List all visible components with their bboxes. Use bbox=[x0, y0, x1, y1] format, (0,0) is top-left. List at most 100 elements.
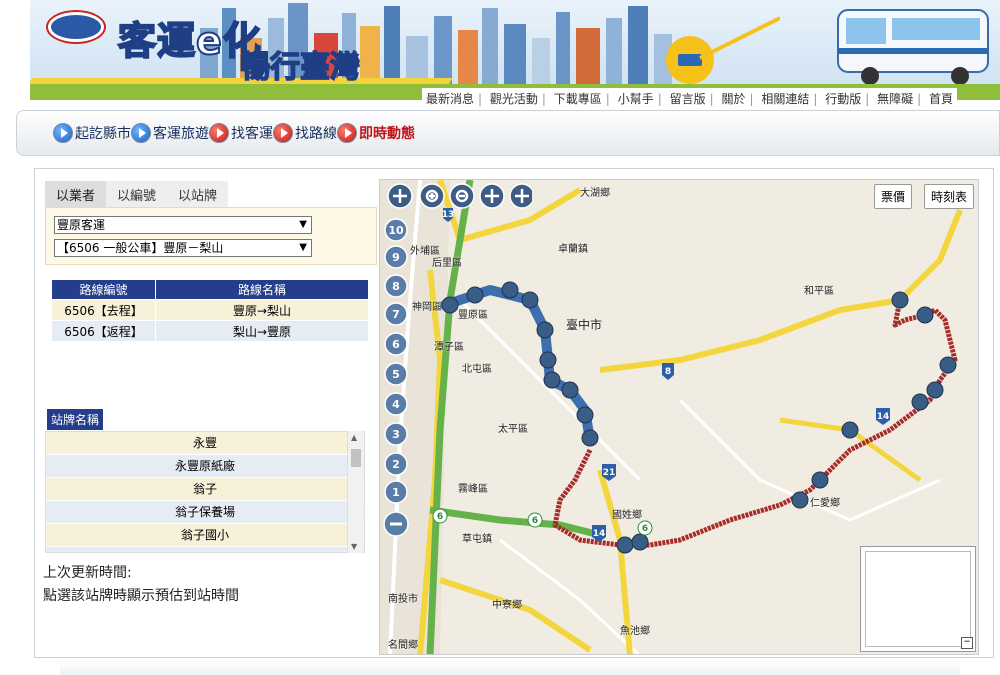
map-label: 潭子區 bbox=[434, 342, 464, 353]
map-label: 大湖鄉 bbox=[580, 188, 610, 199]
page: 客運e化 暢行臺灣 最新消息 | 觀光活動 | 下載專區 | 小幫手 | 留言版 | 關於… bbox=[0, 0, 1000, 675]
nav-tourism[interactable]: 觀光活動 bbox=[490, 92, 538, 106]
subnav-find-operator[interactable]: 找客運 bbox=[209, 123, 273, 143]
map-label: 太平區 bbox=[498, 424, 528, 435]
table-row[interactable]: 6506【返程】 梨山→豐原 bbox=[51, 320, 369, 342]
list-item[interactable]: 永豐 bbox=[46, 432, 364, 455]
bus-illustration bbox=[837, 9, 989, 85]
subnav-label: 找路線 bbox=[295, 126, 337, 142]
route-map[interactable]: 1 3 8 21 14 14 6 6 6 10 9 8 7 6 5 4 3 2 1… bbox=[379, 179, 979, 655]
nav-downloads[interactable]: 下載專區 bbox=[554, 92, 602, 106]
map-label: 仁愛鄉 bbox=[810, 498, 840, 509]
map-label: 后里區 bbox=[432, 258, 462, 269]
route-select[interactable]: 【6506 一般公車】豐原－梨山 ▼ bbox=[54, 239, 312, 257]
svg-text:21: 21 bbox=[603, 468, 616, 478]
map-zoom-controls[interactable]: 10 9 8 7 6 5 4 3 2 1 bbox=[382, 182, 532, 542]
zoom-level-8: 8 bbox=[392, 280, 400, 293]
scroll-up-arrow-icon[interactable]: ▲ bbox=[351, 433, 357, 442]
list-item[interactable]: 翁子國小 bbox=[46, 524, 364, 547]
scroll-down-arrow-icon[interactable]: ▼ bbox=[351, 542, 357, 551]
nav-about[interactable]: 關於 bbox=[721, 92, 745, 106]
subnav-realtime[interactable]: 即時動態 bbox=[337, 123, 415, 143]
subnav-bus-travel[interactable]: 客運旅遊 bbox=[131, 123, 209, 143]
zoom-level-5: 5 bbox=[392, 368, 400, 381]
overview-map-frame bbox=[865, 551, 971, 647]
site-banner: 客運e化 暢行臺灣 bbox=[30, 0, 1000, 100]
zoom-level-1: 1 bbox=[392, 486, 400, 499]
column-header: 路線編號 bbox=[51, 279, 156, 300]
list-item[interactable]: 永豐原紙廠 bbox=[46, 455, 364, 478]
tab-by-stop[interactable]: 以站牌 bbox=[167, 181, 229, 210]
svg-text:8: 8 bbox=[665, 367, 671, 377]
operator-select[interactable]: 豐原客運 ▼ bbox=[54, 216, 312, 234]
overview-collapse-icon[interactable]: − bbox=[961, 637, 973, 649]
tab-by-operator[interactable]: 以業者 bbox=[45, 181, 107, 210]
sub-navigation: 起訖縣市 客運旅遊 找客運 找路線 即時動態 bbox=[16, 110, 1000, 156]
site-logo[interactable]: 客運e化 暢行臺灣 bbox=[40, 6, 370, 86]
stop-list-scrollbar[interactable]: ▲ ▼ bbox=[347, 431, 363, 553]
table-row[interactable]: 6506【去程】 豐原→梨山 bbox=[51, 299, 369, 321]
route-number-cell[interactable]: 6506【去程】 bbox=[51, 299, 156, 321]
map-label: 中寮鄉 bbox=[492, 600, 522, 611]
map-label: 神岡區 bbox=[412, 302, 442, 313]
play-arrow-icon bbox=[209, 123, 229, 143]
footer-strip bbox=[60, 660, 960, 675]
nav-guestbook[interactable]: 留言版 bbox=[670, 92, 706, 106]
svg-text:6: 6 bbox=[532, 516, 538, 526]
dropdown-arrow-icon: ▼ bbox=[299, 242, 307, 253]
zoom-level-3: 3 bbox=[392, 428, 400, 441]
play-arrow-icon bbox=[53, 123, 73, 143]
zoom-level-4: 4 bbox=[392, 398, 400, 411]
svg-text:14: 14 bbox=[593, 529, 606, 539]
search-tabs: 以業者 以編號 以站牌 bbox=[45, 181, 229, 210]
list-item[interactable]: 翁子保養場 bbox=[46, 501, 364, 524]
svg-text:6: 6 bbox=[642, 524, 648, 534]
route-name-cell[interactable]: 梨山→豐原 bbox=[155, 320, 369, 342]
route-name-cell[interactable]: 豐原→梨山 bbox=[155, 299, 369, 321]
stop-list: 永豐 永豐原紙廠 翁子 翁子保養場 翁子國小 圓環 bbox=[45, 431, 365, 553]
play-arrow-icon bbox=[131, 123, 151, 143]
map-label: 卓蘭鎮 bbox=[558, 244, 588, 255]
subnav-label: 找客運 bbox=[231, 126, 273, 142]
last-update-label: 上次更新時間: bbox=[43, 565, 132, 581]
zoom-level-6: 6 bbox=[392, 338, 400, 351]
subnav-label: 客運旅遊 bbox=[153, 126, 209, 142]
top-navigation: 最新消息 | 觀光活動 | 下載專區 | 小幫手 | 留言版 | 關於 | 相關連結 | 行動… bbox=[422, 88, 958, 108]
route-selector-panel: 豐原客運 ▼ 【6506 一般公車】豐原－梨山 ▼ bbox=[45, 207, 377, 265]
scroll-thumb[interactable] bbox=[351, 449, 361, 467]
subnav-label: 即時動態 bbox=[359, 126, 415, 142]
subnav-label: 起訖縣市 bbox=[75, 126, 131, 142]
nav-mobile[interactable]: 行動版 bbox=[825, 92, 861, 106]
svg-text:14: 14 bbox=[877, 412, 890, 422]
map-label: 魚池鄉 bbox=[620, 626, 650, 637]
nav-helper[interactable]: 小幫手 bbox=[618, 92, 654, 106]
tab-by-number[interactable]: 以編號 bbox=[106, 181, 168, 210]
map-label: 國姓鄉 bbox=[612, 510, 642, 521]
stop-hint-text: 點選該站牌時顯示預估到站時間 bbox=[43, 588, 239, 604]
zoom-level-7: 7 bbox=[392, 308, 400, 321]
zoom-level-2: 2 bbox=[392, 458, 400, 471]
map-label: 霧峰區 bbox=[458, 484, 488, 495]
nav-accessibility[interactable]: 無障礙 bbox=[877, 92, 913, 106]
column-header: 路線名稱 bbox=[155, 279, 369, 300]
subnav-origin-destination[interactable]: 起訖縣市 bbox=[53, 123, 131, 143]
overview-map[interactable]: − bbox=[860, 546, 976, 652]
dropdown-arrow-icon: ▼ bbox=[299, 219, 307, 230]
map-label: 和平區 bbox=[804, 286, 834, 297]
map-label: 北屯區 bbox=[462, 364, 492, 375]
map-label: 草屯鎮 bbox=[462, 534, 492, 545]
nav-home[interactable]: 首頁 bbox=[929, 92, 953, 106]
route-number-cell[interactable]: 6506【返程】 bbox=[51, 320, 156, 342]
map-label: 南投市 bbox=[388, 594, 418, 605]
fare-button[interactable]: 票價 bbox=[874, 184, 913, 209]
list-item[interactable]: 圓環 bbox=[46, 547, 364, 552]
list-item[interactable]: 翁子 bbox=[46, 478, 364, 501]
subnav-find-route[interactable]: 找路線 bbox=[273, 123, 337, 143]
map-label: 臺中市 bbox=[566, 318, 603, 332]
route-table: 路線編號 路線名稱 6506【去程】 豐原→梨山 6506【返程】 梨山→豐原 bbox=[51, 279, 369, 342]
timetable-button[interactable]: 時刻表 bbox=[924, 184, 975, 209]
zoom-level-10: 10 bbox=[388, 224, 404, 237]
map-label: 名間鄉 bbox=[388, 640, 418, 651]
nav-links[interactable]: 相關連結 bbox=[761, 92, 809, 106]
nav-news[interactable]: 最新消息 bbox=[426, 92, 474, 106]
